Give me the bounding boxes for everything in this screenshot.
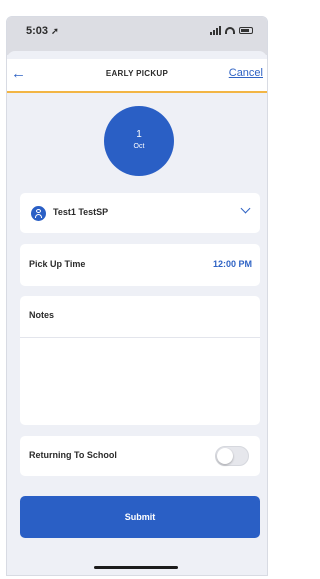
returning-to-school-row: Returning To School	[20, 436, 260, 476]
submit-button[interactable]: Submit	[20, 496, 260, 538]
status-time: 5:03 ➚	[26, 25, 59, 37]
notes-label: Notes	[29, 310, 55, 320]
status-bar: 5:03 ➚	[7, 17, 267, 55]
screen: 5:03 ➚ ← EARLY PICKUP Cancel 1 Oct Test1…	[0, 0, 273, 579]
student-selector[interactable]: Test1 TestSP	[20, 193, 260, 233]
battery-icon	[239, 27, 253, 34]
chevron-down-icon[interactable]	[240, 203, 251, 214]
person-icon	[31, 206, 46, 221]
pickup-time-value[interactable]: 12:00 PM	[213, 259, 252, 269]
toggle-knob	[217, 448, 233, 464]
notes-card: Notes	[20, 296, 260, 425]
date-day: 1	[136, 129, 142, 140]
student-name: Test1 TestSP	[53, 207, 109, 217]
pickup-time-row[interactable]: Pick Up Time 12:00 PM	[20, 244, 260, 286]
cancel-link[interactable]: Cancel	[229, 67, 263, 79]
returning-to-school-toggle[interactable]	[215, 446, 249, 466]
location-arrow-icon: ➚	[51, 26, 59, 36]
pickup-time-label: Pick Up Time	[29, 259, 86, 269]
notes-input[interactable]	[29, 344, 251, 417]
wifi-icon	[225, 27, 235, 34]
nav-bar: ← EARLY PICKUP Cancel	[7, 59, 267, 93]
notes-divider	[20, 337, 260, 338]
signal-icon	[210, 26, 221, 35]
date-badge: 1 Oct	[104, 106, 174, 176]
status-icons	[210, 26, 253, 35]
date-month: Oct	[133, 143, 145, 150]
returning-to-school-label: Returning To School	[29, 450, 117, 460]
home-indicator[interactable]	[94, 566, 178, 569]
status-time-text: 5:03	[26, 25, 49, 37]
